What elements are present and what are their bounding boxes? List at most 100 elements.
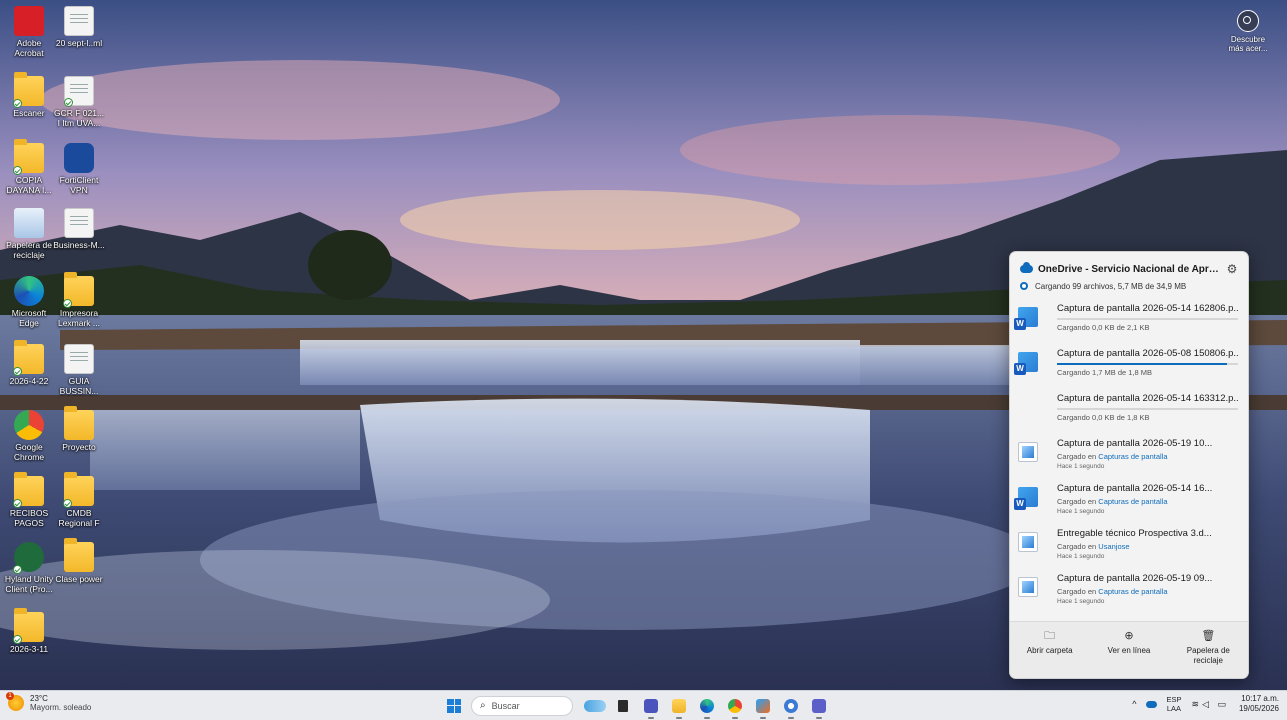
- task-view-icon[interactable]: [612, 696, 634, 716]
- desktop-icon-proyecto[interactable]: Proyecto: [52, 406, 106, 452]
- list-item[interactable]: Entregable técnico Prospectiva 3.d... Ca…: [1010, 521, 1248, 566]
- file-location-link[interactable]: Usanjose: [1098, 542, 1129, 551]
- desktop-icon-recibos[interactable]: RECIBOS PAGOS: [2, 472, 56, 528]
- recycle-bin-button[interactable]: 🗑 Papelera de reciclaje: [1169, 622, 1248, 678]
- desktop-icon-adobe-acrobat[interactable]: Adobe Acrobat: [2, 6, 56, 58]
- start-icon[interactable]: [447, 698, 461, 713]
- file-status: Cargado en: [1057, 452, 1097, 461]
- network-volume-battery-icons[interactable]: ≋◁ ▭: [1191, 699, 1228, 710]
- search-input[interactable]: ⌕ Buscar: [471, 695, 573, 716]
- list-item[interactable]: Captura de pantalla 2026-05-14 16... Car…: [1010, 476, 1248, 521]
- list-item[interactable]: Captura de pantalla 2026-05-14 162806.p.…: [1010, 296, 1248, 341]
- file-status: Cargado en: [1057, 542, 1097, 551]
- onbase-icon: [13, 542, 44, 574]
- folder-icon: [13, 340, 44, 376]
- desktop-icon-copia-dayana[interactable]: COPIA DAYANA I...: [2, 139, 56, 195]
- image-icon: [1018, 532, 1038, 552]
- file-location-link[interactable]: Capturas de pantalla: [1098, 452, 1167, 461]
- settings-icon[interactable]: [780, 696, 802, 719]
- desktop-icon-gcr[interactable]: GCR F 021... I Itm UVA...: [52, 76, 106, 128]
- word-icon: [1014, 487, 1038, 510]
- onedrive-header: OneDrive - Servicio Nacional de Aprendi.…: [1010, 252, 1248, 292]
- desktop-icon-clase-power[interactable]: Clase power: [52, 538, 106, 584]
- clock[interactable]: 10:17 a.m. 19/05/2026: [1239, 694, 1279, 714]
- sync-icon: [1020, 282, 1028, 290]
- desktop-icon-edge[interactable]: Microsoft Edge: [2, 276, 56, 328]
- gear-icon[interactable]: ⚙: [1226, 263, 1238, 275]
- document-icon: [64, 76, 94, 107]
- desktop-icon-2026-4-22[interactable]: 2026-4-22: [2, 340, 56, 386]
- list-item[interactable]: Captura de pantalla 2026-05-19 10... Car…: [1010, 431, 1248, 476]
- bing-icon[interactable]: [584, 696, 606, 716]
- desktop-icon-chrome[interactable]: Google Chrome: [2, 410, 56, 462]
- image-icon: [1018, 577, 1038, 597]
- word-icon: [1014, 307, 1038, 330]
- chrome-icon[interactable]: [724, 696, 746, 719]
- chevron-up-icon[interactable]: ^: [1132, 699, 1136, 709]
- folder-icon: [63, 272, 94, 308]
- folder-icon: [13, 72, 44, 108]
- onedrive-footer: 🗀 Abrir carpeta ⊕ Ver en línea 🗑 Papeler…: [1010, 621, 1248, 678]
- document-icon: [64, 208, 94, 238]
- open-folder-button[interactable]: 🗀 Abrir carpeta: [1010, 622, 1089, 678]
- teams-pwa-icon[interactable]: [752, 696, 774, 719]
- outlook-icon[interactable]: [640, 696, 662, 719]
- folder-icon: [13, 608, 44, 644]
- folder-icon: [13, 139, 44, 175]
- notification-badge: 1: [6, 692, 14, 700]
- desktop-icon-onbase[interactable]: Hyland Unity Client (Pro...: [2, 542, 56, 594]
- desktop-icon-recycle-bin[interactable]: Papelera de reciclaje: [2, 208, 56, 260]
- spotlight-widget[interactable]: Descubre más acer...: [1225, 10, 1271, 53]
- search-icon: ⌕: [480, 700, 486, 711]
- sun-icon: 1: [6, 692, 24, 711]
- folder-icon: [64, 538, 94, 572]
- progress-bar: [1057, 318, 1238, 320]
- file-location-link[interactable]: Capturas de pantalla: [1098, 587, 1167, 596]
- desktop-icon-forticlient[interactable]: FortiClient VPN: [52, 143, 106, 195]
- pdf-icon: [64, 344, 94, 374]
- onedrive-tray-icon[interactable]: [1146, 700, 1158, 708]
- file-name: Captura de pantalla 2026-05-08 150806.p.…: [1057, 348, 1238, 359]
- edge-icon[interactable]: [696, 696, 718, 719]
- list-item[interactable]: Captura de pantalla 2026-05-14 163312.p.…: [1010, 386, 1248, 431]
- file-name: Captura de pantalla 2026-05-14 163312.p.…: [1057, 393, 1238, 404]
- list-item[interactable]: Captura de pantalla 2026-05-19 09... Car…: [1010, 566, 1248, 611]
- recycle-bin-icon: [14, 208, 44, 238]
- file-icon: [1018, 397, 1038, 417]
- file-name: Captura de pantalla 2026-05-14 16...: [1057, 483, 1213, 494]
- view-online-button[interactable]: ⊕ Ver en línea: [1089, 622, 1168, 678]
- folder-icon: [13, 472, 44, 508]
- taskbar-center: ⌕ Buscar: [447, 693, 833, 719]
- edge-icon: [14, 276, 44, 306]
- document-icon: [64, 6, 94, 36]
- file-name: Captura de pantalla 2026-05-14 162806.p.…: [1057, 303, 1238, 314]
- folder-icon: [63, 472, 94, 508]
- onedrive-cloud-icon: [1020, 262, 1033, 273]
- file-location-link[interactable]: Capturas de pantalla: [1098, 497, 1167, 506]
- folder-icon: [64, 406, 94, 440]
- trash-icon: 🗑: [1201, 630, 1216, 642]
- list-item[interactable]: Captura de pantalla 2026-05-08 150806.p.…: [1010, 341, 1248, 386]
- file-status: Cargando 1,7 MB de 1,8 MB: [1057, 368, 1153, 377]
- folder-icon: 🗀: [1044, 630, 1056, 642]
- file-status: Cargado en: [1057, 497, 1097, 506]
- word-icon: [1014, 352, 1038, 375]
- progress-bar: [1057, 408, 1238, 410]
- desktop-icon-cmdb[interactable]: CMDB Regional F: [52, 472, 106, 528]
- desktop-icon-business[interactable]: Business-M...: [52, 208, 106, 250]
- onedrive-flyout: OneDrive - Servicio Nacional de Aprendi.…: [1009, 251, 1249, 679]
- desktop-icon-2026-3-11[interactable]: 2026-3-11: [2, 608, 56, 654]
- spotlight-icon: [1237, 10, 1259, 32]
- desktop-icon-document[interactable]: 20 sept-l..ml: [52, 6, 106, 48]
- teams-icon[interactable]: [808, 696, 830, 719]
- onedrive-title: OneDrive - Servicio Nacional de Aprendi.…: [1038, 263, 1223, 275]
- chrome-icon: [14, 410, 44, 440]
- desktop-icon-escaner[interactable]: Escaner: [2, 72, 56, 118]
- language-indicator[interactable]: ESP LAA: [1166, 695, 1181, 713]
- file-time: Hace 1 segundo: [1057, 508, 1105, 515]
- file-list[interactable]: Captura de pantalla 2026-05-14 162806.p.…: [1010, 296, 1248, 622]
- file-explorer-icon[interactable]: [668, 696, 690, 719]
- desktop-icon-impresora[interactable]: Impresora Lexmark ...: [52, 272, 106, 328]
- weather-widget[interactable]: 1 23°C Mayorm. soleado: [6, 692, 91, 712]
- desktop-icon-guia[interactable]: GUIA BUSSIN...: [52, 344, 106, 396]
